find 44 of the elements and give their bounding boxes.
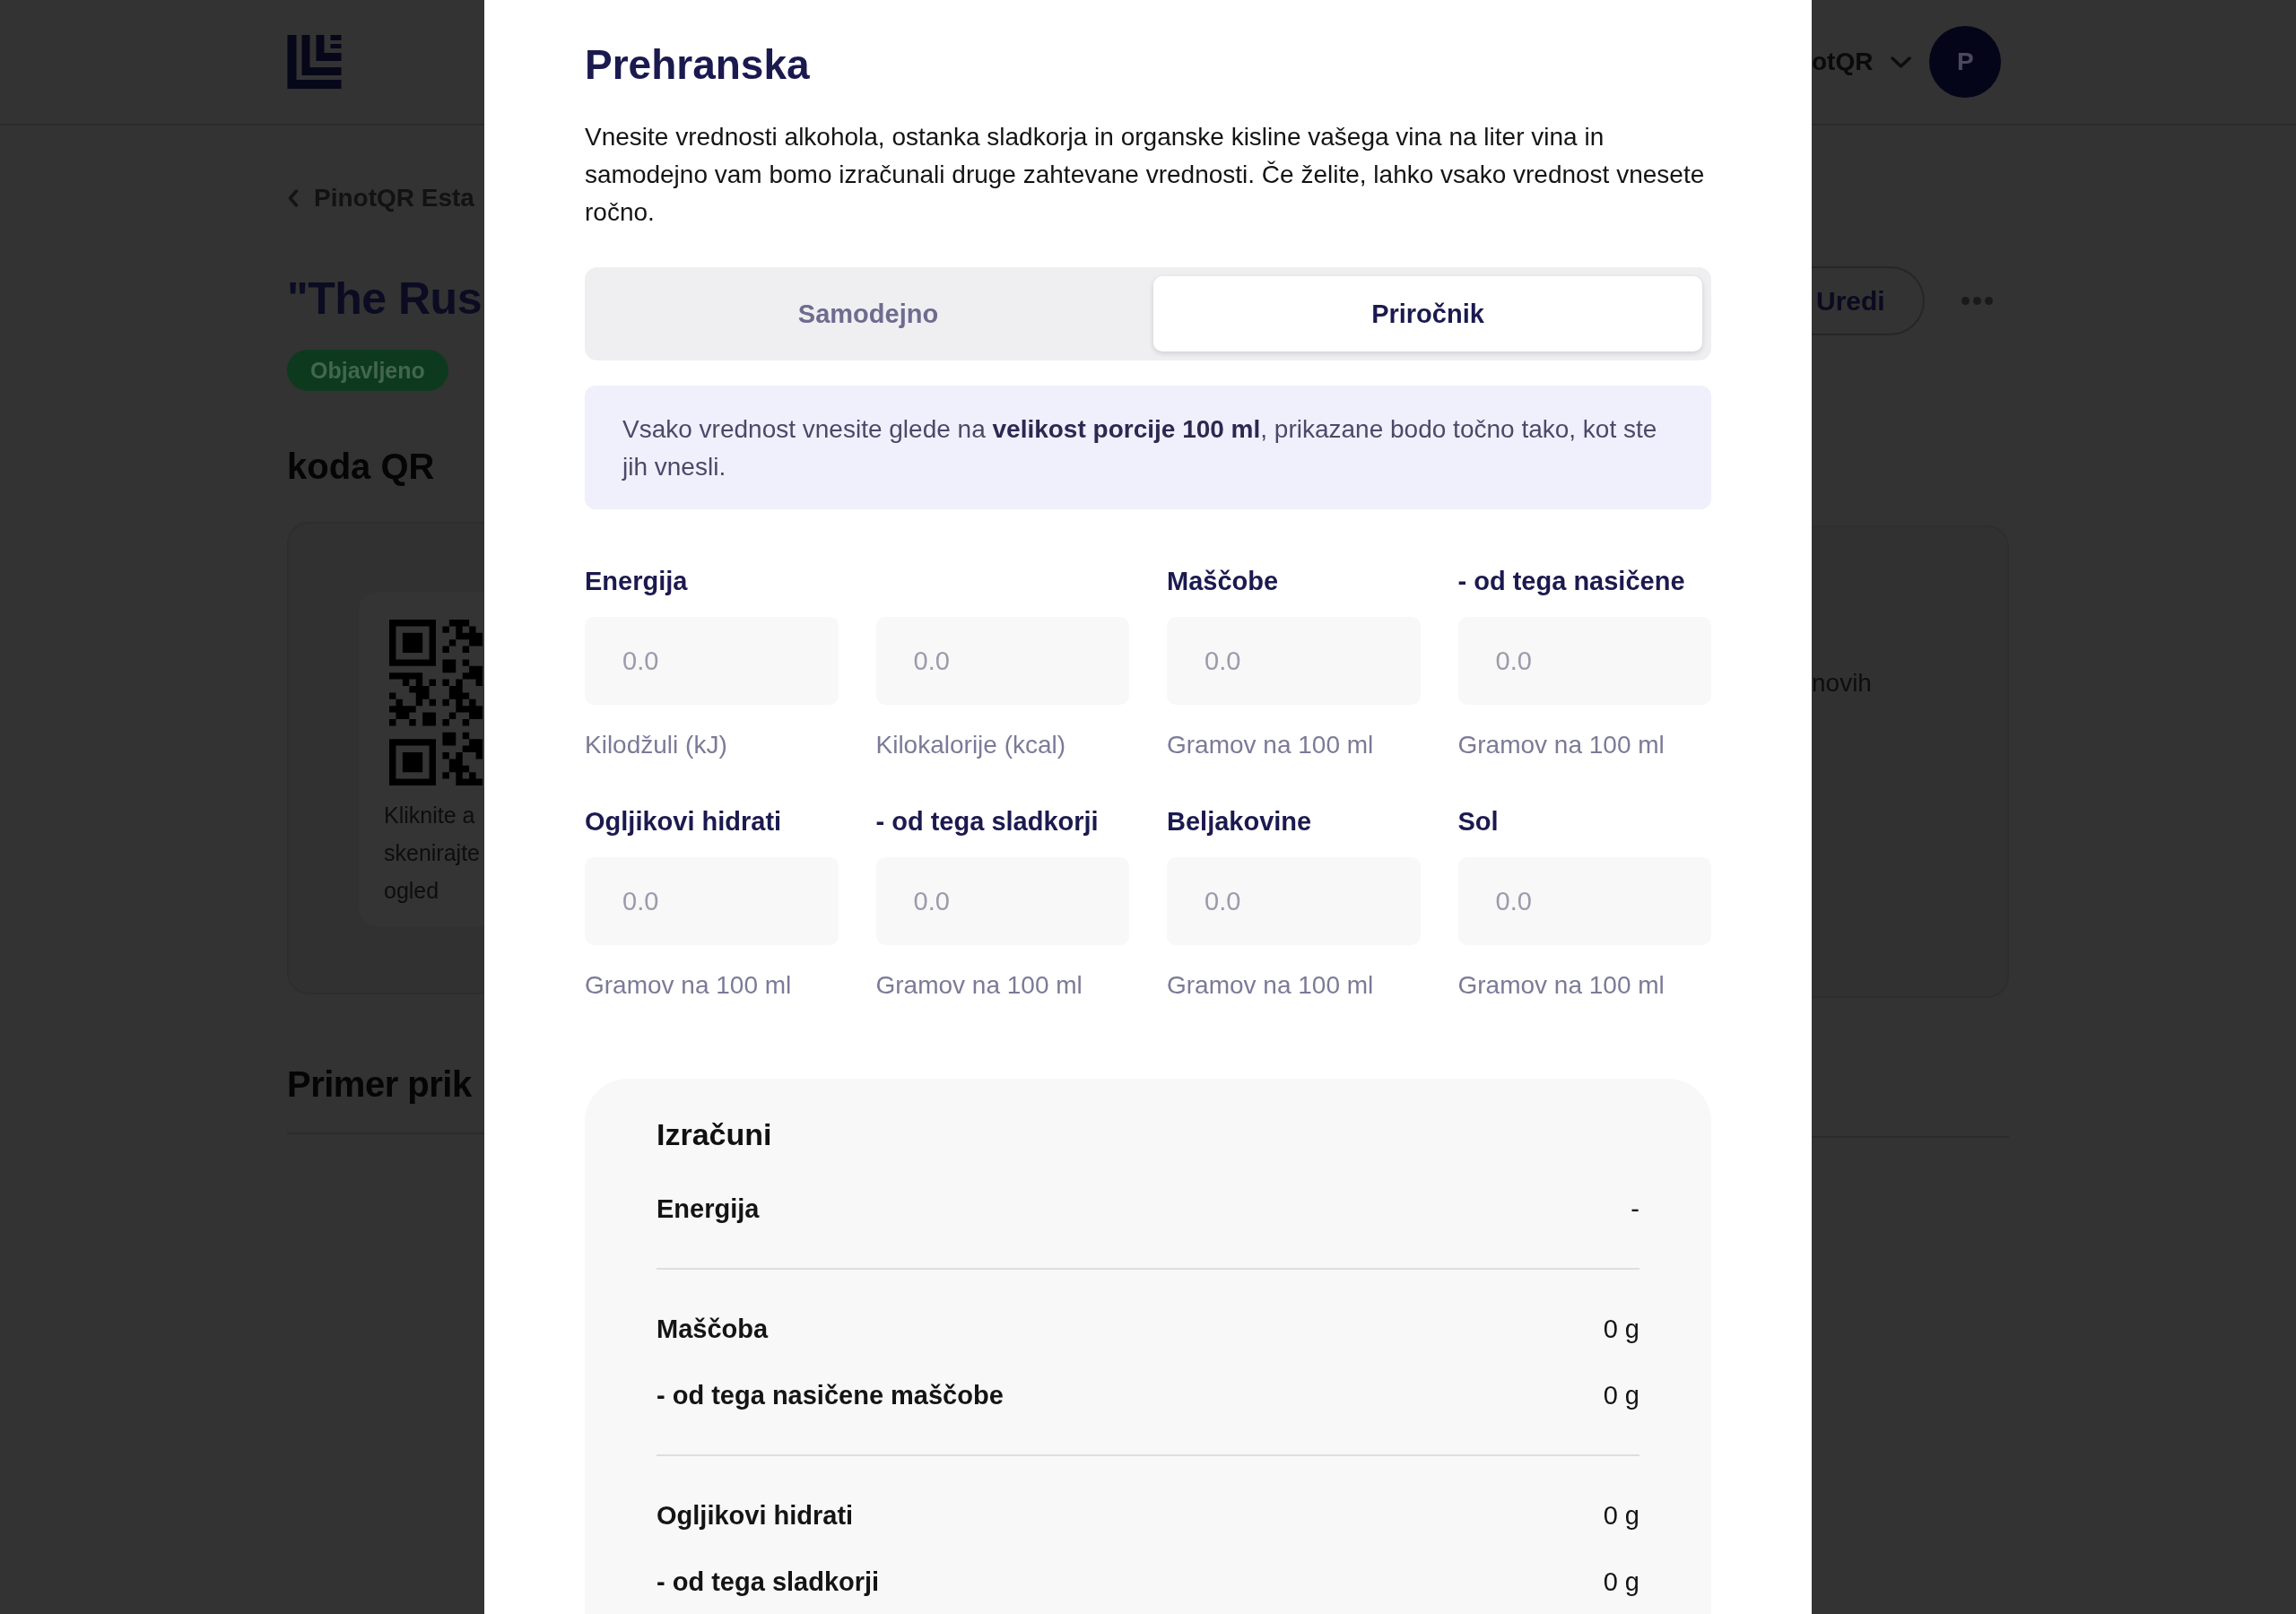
number-input[interactable]: 0.0 <box>875 857 1129 945</box>
nutrient-value: 0 g <box>1603 1314 1639 1345</box>
avatar[interactable]: P <box>1929 26 2001 98</box>
calculations-title: Izračuni <box>657 1116 772 1153</box>
unit-hint: Kilokalorije (kcal) <box>875 731 1066 759</box>
unit-hint: Gramov na 100 ml <box>1167 731 1374 759</box>
unit-hint: Gramov na 100 ml <box>1457 731 1665 759</box>
nutrient-value: - <box>1631 1193 1639 1225</box>
field-label: Energija <box>585 567 688 595</box>
logo-icon[interactable] <box>287 35 342 89</box>
dialog-title: Prehranska <box>585 40 810 90</box>
number-input[interactable]: 0.0 <box>875 617 1129 705</box>
nutrient-value: 0 g <box>1603 1500 1639 1532</box>
dialog-description: Vnesite vrednosti alkohola, ostanka sladkorja in organske kisline vašega vina na liter vina in samodejno vam bomo izračunali druge zahtevane vrednosti. Če želite, lahko vsako vrednost vnesete ročno. <box>585 122 1706 228</box>
number-input[interactable]: 0.0 <box>1457 617 1711 705</box>
nutrient-name: Maščoba <box>657 1314 769 1345</box>
chevron-down-icon <box>1891 56 1912 68</box>
mode-tab[interactable]: Priročnik <box>1153 276 1702 351</box>
field-label: Ogljikovi hidrati <box>585 807 782 836</box>
unit-hint: Gramov na 100 ml <box>1457 971 1665 999</box>
field-label: Beljakovine <box>1167 807 1312 836</box>
chevron-left-icon <box>287 189 299 207</box>
field-label: - od tega nasičene <box>1457 567 1685 595</box>
number-input[interactable]: 0.0 <box>1167 617 1421 705</box>
unit-hint: Gramov na 100 ml <box>585 971 792 999</box>
field-label: Sol <box>1457 807 1499 836</box>
unit-hint: Kilodžuli (kJ) <box>585 731 727 759</box>
field-label: Maščobe <box>1167 567 1279 595</box>
unit-hint: Gramov na 100 ml <box>1167 971 1374 999</box>
number-input[interactable]: 0.0 <box>585 857 839 945</box>
nutrient-value: 0 g <box>1603 1380 1639 1411</box>
nutrient-name: - od tega nasičene maščobe <box>657 1380 1004 1411</box>
number-input[interactable]: 0.0 <box>1457 857 1711 945</box>
more-icon[interactable] <box>1961 297 1993 305</box>
nutrient-name: Ogljikovi hidrati <box>657 1500 854 1532</box>
nutrient-name: - od tega sladkorji <box>657 1566 880 1598</box>
info-notice: Vsako vrednost vnesite glede na velikost porcije 100 ml, prikazane bodo točno tako, kot ste jih vnesli. <box>585 386 1711 509</box>
unit-hint: Gramov na 100 ml <box>875 971 1083 999</box>
number-input[interactable]: 0.0 <box>1167 857 1421 945</box>
nutrient-name: Energija <box>657 1193 760 1225</box>
mode-tab[interactable]: Samodejno <box>594 276 1143 351</box>
nutrient-value: 0 g <box>1603 1566 1639 1598</box>
number-input[interactable]: 0.0 <box>585 617 839 705</box>
field-label: - od tega sladkorji <box>875 807 1099 836</box>
